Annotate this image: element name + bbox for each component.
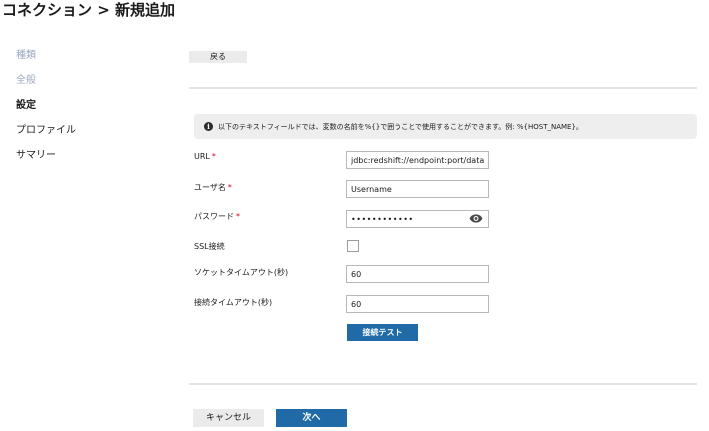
connect-timeout-label: 接続タイムアウト(秒) (194, 298, 273, 307)
ssl-checkbox[interactable] (347, 240, 359, 252)
eye-icon[interactable] (469, 213, 483, 224)
required-mark: * (227, 183, 232, 192)
sidebar-item-summary[interactable]: サマリー (16, 148, 166, 173)
sidebar-item-profile[interactable]: プロファイル (16, 123, 166, 148)
required-mark: * (236, 212, 240, 221)
url-input[interactable] (346, 151, 489, 169)
password-input[interactable] (346, 210, 489, 228)
password-label: パスワード * (194, 212, 240, 221)
info-text: 以下のテキストフィールドでは、変数の名前を%{}で囲うことで使用することができま… (218, 122, 583, 131)
page-title: コネクション > 新規追加 (2, 1, 176, 19)
back-button[interactable]: 戻る (189, 51, 247, 63)
required-mark: * (211, 152, 216, 161)
username-label: ユーザ名 * (194, 183, 232, 192)
info-banner: i 以下のテキストフィールドでは、変数の名前を%{}で囲うことで使用することがで… (194, 114, 697, 139)
ssl-label: SSL接続 (194, 242, 225, 251)
top-divider (189, 87, 697, 89)
socket-timeout-input[interactable] (346, 265, 489, 283)
sidebar-nav: 種類 全般 設定 プロファイル サマリー (16, 48, 166, 173)
username-input[interactable] (346, 180, 489, 198)
next-button[interactable]: 次へ (276, 409, 347, 427)
bottom-divider (189, 383, 697, 385)
sidebar-item-general[interactable]: 全般 (16, 73, 166, 98)
test-connection-button[interactable]: 接続テスト (347, 324, 418, 341)
url-label: URL * (194, 152, 216, 161)
info-icon: i (204, 122, 213, 131)
cancel-button[interactable]: キャンセル (193, 409, 264, 427)
socket-timeout-label: ソケットタイムアウト(秒) (194, 268, 289, 277)
connect-timeout-input[interactable] (346, 295, 489, 313)
sidebar-item-settings[interactable]: 設定 (16, 98, 166, 123)
sidebar-item-type[interactable]: 種類 (16, 48, 166, 73)
